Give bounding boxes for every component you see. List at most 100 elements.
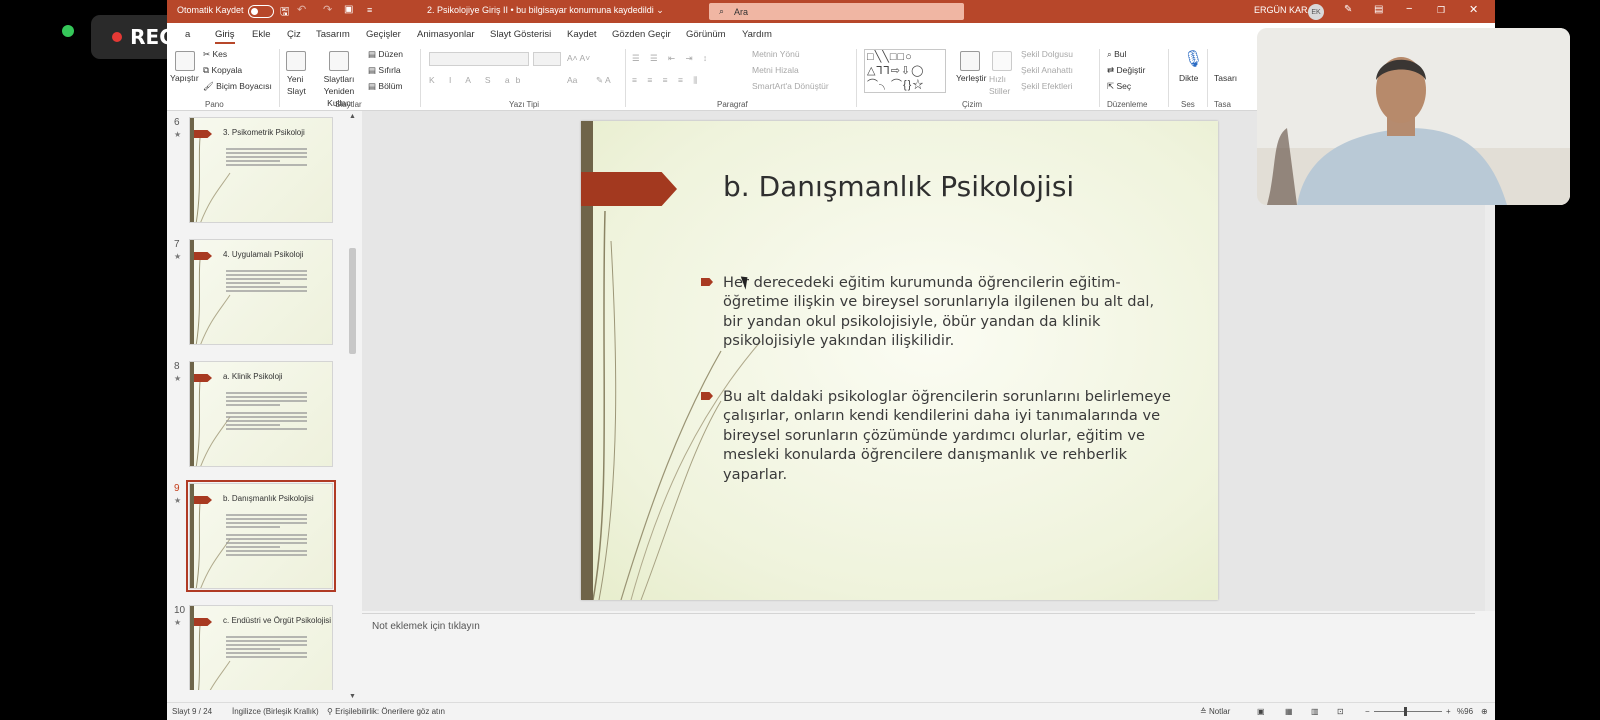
zoom-level[interactable]: %96 [1457,707,1473,716]
slide-thumbnail[interactable]: a. Klinik Psikoloji [189,361,333,467]
document-title[interactable]: 2. Psikolojiye Giriş II • bu bilgisayar … [427,5,664,16]
minimize-icon[interactable]: − [1406,3,1412,15]
avatar[interactable]: EK [1308,4,1324,20]
tab-review[interactable]: Gözden Geçir [612,29,671,40]
thumbnail-scrollbar[interactable] [347,111,359,690]
paste-icon[interactable] [175,51,195,71]
tab-home[interactable]: Giriş [215,29,235,44]
present-icon[interactable]: ▣ [344,4,353,15]
font-name-box[interactable] [429,52,529,66]
replace-button[interactable]: ⇄ Değiştir [1107,65,1145,76]
text-direction-button[interactable]: Metnin Yönü [752,49,800,59]
language-indicator[interactable]: İngilizce (Birleşik Krallık) [232,707,319,716]
slide-thumbnail[interactable]: b. Danışmanlık Psikolojisi [186,480,336,592]
normal-view-icon[interactable]: ▣ [1257,707,1265,716]
slide-title[interactable]: b. Danışmanlık Psikolojisi [723,170,1074,203]
zoom-in-icon[interactable]: + [1446,707,1451,716]
arrange-icon[interactable] [960,51,980,71]
slide-counter[interactable]: Slayt 9 / 24 [172,707,212,716]
slide-thumbnail[interactable]: 3. Psikometrik Psikoloji [189,117,333,223]
format-painter-button[interactable]: 🖌 Biçim Boyacısı [203,81,272,92]
font-size-box[interactable] [533,52,561,66]
reset-button[interactable]: ▤ Sıfırla [368,65,401,76]
shape-fill-button[interactable]: Şekil Dolgusu [1021,49,1073,59]
divider [1207,49,1208,107]
slide-thumbnail[interactable]: 4. Uygulamalı Psikoloji [189,239,333,345]
group-font-label: Yazı Tipi [509,100,540,109]
close-icon[interactable]: ✕ [1469,3,1478,16]
slideshow-view-icon[interactable]: ⊡ [1337,707,1344,716]
autosave-toggle[interactable] [248,5,274,18]
user-name[interactable]: ERGÜN KARA [1254,5,1314,15]
accessibility-checker[interactable]: ⚲ Erişilebilirlik: Önerilere göz atın [327,707,445,716]
notes-icon: ≙ [1200,707,1209,716]
dictate-button[interactable]: Dikte [1179,73,1198,83]
slide-bullet-2[interactable]: Bu alt daldaki psikologlar öğrencilerin … [701,387,1173,484]
group-designer-label: Tasa [1214,100,1231,109]
save-icon[interactable]: 🖫 [280,3,289,22]
shape-effects-button[interactable]: Şekil Efektleri [1021,81,1073,91]
layout-icon: ▤ [368,49,379,59]
designer-button[interactable]: Tasarı [1214,73,1237,83]
format-painter-label: Biçim Boyacısı [216,81,272,91]
pen-icon[interactable]: ✎ [1344,4,1352,15]
grow-font-icon[interactable]: A˄ A˅ [567,53,590,63]
tab-slideshow[interactable]: Slayt Gösterisi [490,29,551,40]
scroll-down-icon[interactable]: ▼ [349,693,356,700]
font-format-icons[interactable]: K I A S ab [429,75,526,85]
ribbon-display-icon[interactable]: ▤ [1374,4,1383,15]
thumbnail-scroll-thumb[interactable] [349,248,356,354]
tab-file[interactable]: a [185,29,190,40]
tab-draw[interactable]: Çiz [287,29,301,40]
case-icon[interactable]: Aa [567,75,577,85]
paste-button[interactable]: Yapıştır [170,73,199,83]
microphone-icon[interactable]: 🎙 [1183,49,1203,69]
tab-design[interactable]: Tasarım [316,29,350,40]
quick-styles-button[interactable]: Hızlı Stiller [989,73,1019,97]
tab-animations[interactable]: Animasyonlar [417,29,475,40]
zoom-knob[interactable] [1404,707,1407,716]
undo-icon[interactable]: ↶ [297,3,306,16]
thumbnail-title: 3. Psikometrik Psikoloji [223,128,305,137]
search-box[interactable]: ⌕ Ara [709,3,964,20]
quick-styles-icon[interactable] [992,51,1012,71]
thumbnail-title: b. Danışmanlık Psikolojisi [223,494,314,503]
tab-transitions[interactable]: Geçişler [366,29,401,40]
redo-icon[interactable]: ↷ [323,3,332,16]
arrange-button[interactable]: Yerleştir [956,73,986,83]
shapes-gallery[interactable]: □╲╲□□○ △⅂⅂⇨⇩◯ ⌒╮⌒{}☆ [864,49,946,93]
copy-button[interactable]: ⧉ Kopyala [203,65,242,76]
highlight-icon[interactable]: ✎ A [596,75,611,86]
align-icons[interactable]: ≡ ≡ ≡ ≡ ⫼ [632,75,701,86]
reading-view-icon[interactable]: ▥ [1311,707,1319,716]
cut-button[interactable]: ✂ Kes [203,49,227,60]
tab-insert[interactable]: Ekle [252,29,270,40]
find-button[interactable]: ⌕ Bul [1107,49,1126,60]
tab-record[interactable]: Kaydet [567,29,597,40]
slide-thumbnail[interactable]: c. Endüstri ve Örgüt Psikolojisi [189,605,333,690]
notes-button[interactable]: ≙ Notlar [1200,707,1230,716]
list-icons[interactable]: ☰ ☰ ⇤ ⇥ ↕ [632,53,711,64]
select-button[interactable]: ⇱ Seç [1107,81,1131,92]
tab-help[interactable]: Yardım [742,29,772,40]
scroll-up-icon[interactable]: ▲ [349,113,356,120]
notes-pane[interactable]: Not eklemek için tıklayın [362,613,1475,690]
group-editing-label: Düzenleme [1107,100,1148,109]
section-button[interactable]: ▤ Bölüm [368,81,403,92]
convert-smartart-button[interactable]: SmartArt'a Dönüştür [752,81,829,91]
new-slide-icon[interactable] [286,51,306,71]
zoom-slider[interactable] [1374,711,1442,712]
shape-outline-button[interactable]: Şekil Anahattı [1021,65,1073,75]
slide-sorter-icon[interactable]: ▦ [1285,707,1293,716]
customize-qat-icon[interactable]: ≡ [367,5,372,15]
slide-bullet-1[interactable]: Her derecedeki eğitim kurumunda öğrencil… [701,273,1173,351]
fit-slide-icon[interactable]: ⊕ [1481,707,1488,716]
tab-view[interactable]: Görünüm [686,29,726,40]
layout-button[interactable]: ▤ Düzen [368,49,403,60]
zoom-out-icon[interactable]: − [1365,707,1370,716]
slide-canvas[interactable]: b. Danışmanlık Psikolojisi Her derecedek… [581,121,1218,600]
thumbnail-number: 8 [174,361,180,372]
reuse-slides-icon[interactable] [329,51,349,71]
restore-icon[interactable]: ❐ [1437,5,1445,16]
align-text-button[interactable]: Metni Hizala [752,65,799,75]
